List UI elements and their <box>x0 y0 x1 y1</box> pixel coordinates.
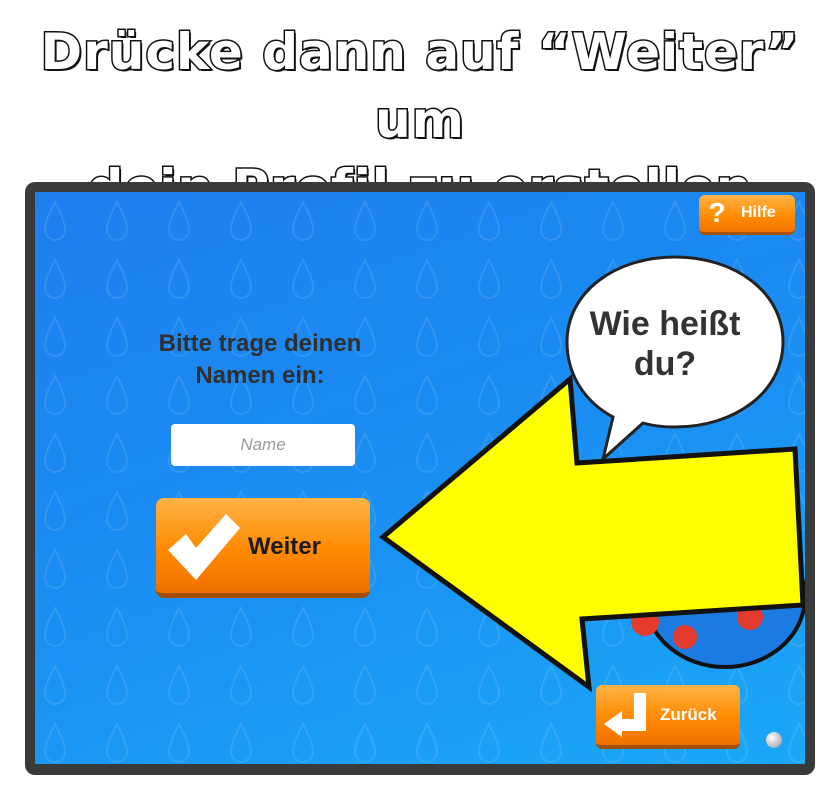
weiter-button[interactable]: Weiter <box>156 498 370 598</box>
question-icon: ? <box>708 197 726 228</box>
checkmark-icon <box>168 514 240 580</box>
speech-bubble-line-1: Wie heißt <box>589 305 741 343</box>
name-prompt: Bitte trage deinen Namen ein: <box>110 328 410 392</box>
zurueck-button-label: Zurück <box>660 705 717 724</box>
name-prompt-line-2: Namen ein: <box>195 362 325 389</box>
name-input[interactable] <box>171 424 355 466</box>
help-button[interactable]: ? Hilfe <box>699 195 795 235</box>
back-arrow-icon <box>604 693 646 737</box>
headline-line-1: Drücke dann auf “Weiter” um <box>39 22 800 151</box>
app-screen: ? Hilfe Bitte trage deinen Namen ein: We… <box>35 192 805 764</box>
name-prompt-line-1: Bitte trage deinen <box>158 330 362 357</box>
status-indicator <box>766 732 782 748</box>
weiter-button-label: Weiter <box>248 533 321 560</box>
pointer-arrow-icon <box>378 373 805 693</box>
help-button-label: Hilfe <box>741 204 776 221</box>
zurueck-button[interactable]: Zurück <box>596 685 740 749</box>
